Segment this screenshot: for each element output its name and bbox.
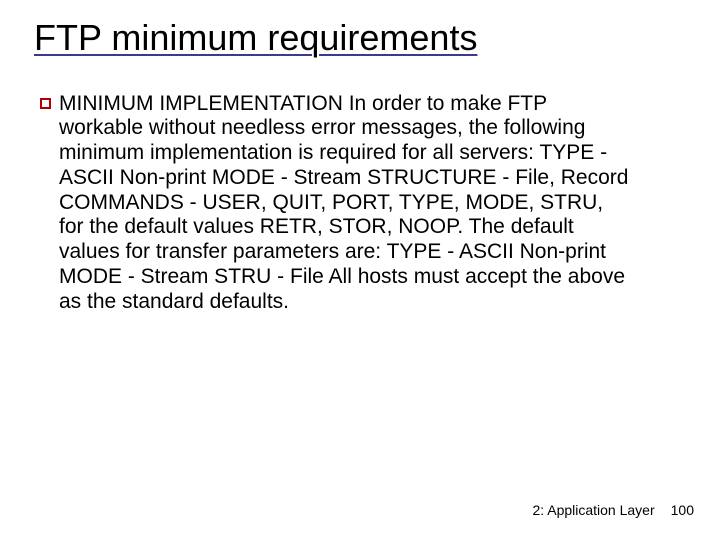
footer-chapter: 2: Application Layer [532, 502, 654, 518]
footer-page-number: 100 [671, 502, 694, 518]
bullet-icon [40, 98, 51, 109]
slide: FTP minimum requirements MINIMUM IMPLEME… [0, 0, 720, 540]
slide-body: MINIMUM IMPLEMENTATION In order to make … [34, 92, 630, 315]
slide-footer: 2: Application Layer 100 [532, 502, 694, 518]
bullet-text: MINIMUM IMPLEMENTATION In order to make … [59, 92, 630, 315]
slide-title: FTP minimum requirements [34, 18, 686, 58]
